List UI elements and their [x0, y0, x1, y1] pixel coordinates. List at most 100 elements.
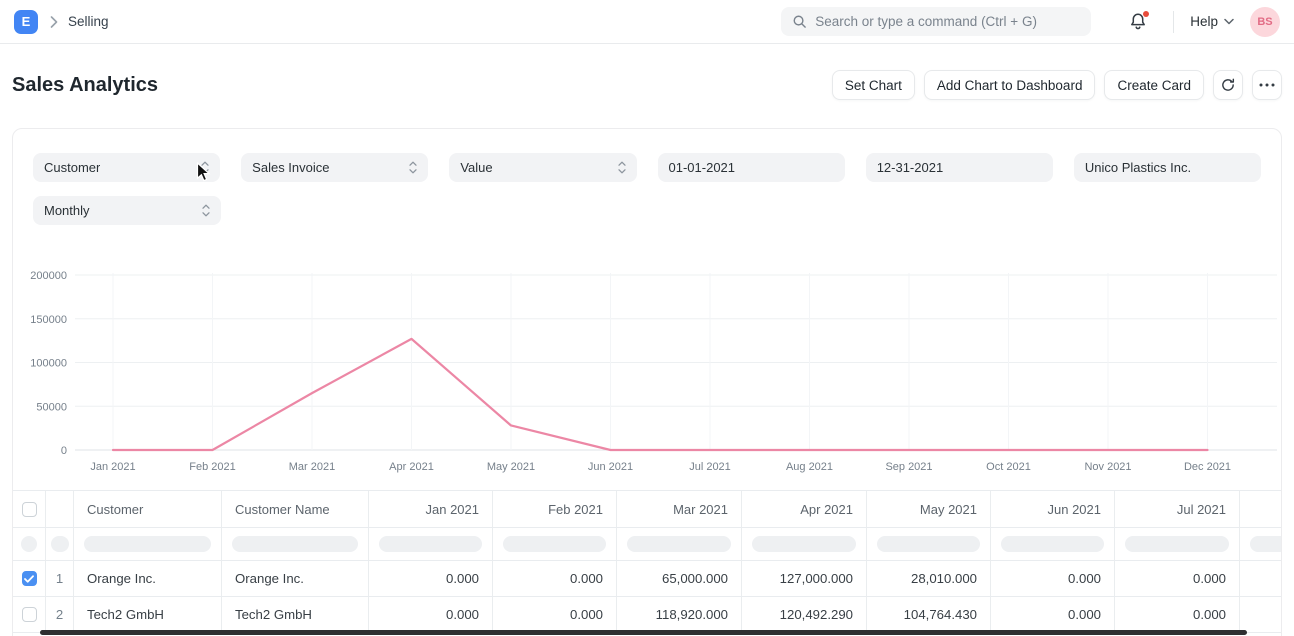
y-axis-tick-label: 100000 — [30, 358, 67, 370]
table-cell[interactable]: 118,920.000 — [617, 597, 742, 632]
tree-type-select[interactable]: Customer — [33, 153, 220, 182]
series-line — [113, 339, 1208, 450]
column-filter-input[interactable] — [627, 536, 731, 552]
column-header[interactable]: Customer Name — [222, 491, 369, 527]
column-filter-input[interactable] — [1125, 536, 1229, 552]
x-axis-tick-label: Apr 2021 — [389, 461, 434, 473]
y-axis-tick-label: 150000 — [30, 314, 67, 326]
set-chart-button[interactable]: Set Chart — [832, 70, 915, 100]
table-cell[interactable]: Orange Inc. — [222, 561, 369, 596]
table-cell[interactable]: 0.000 — [369, 597, 493, 632]
table-cell[interactable]: 0.000 — [1115, 597, 1240, 632]
table-cell[interactable]: Tech2 GmbH — [222, 597, 369, 632]
table-cell[interactable]: 120,492.290 — [742, 597, 867, 632]
table-cell[interactable]: Tech2 GmbH — [74, 597, 222, 632]
column-filter-input[interactable] — [752, 536, 856, 552]
row-checkbox[interactable] — [22, 607, 37, 622]
row-select-cell — [13, 597, 46, 632]
from-date-input[interactable]: 01-01-2021 — [658, 153, 845, 182]
column-header[interactable]: Jul 2021 — [1115, 491, 1240, 527]
table-cell[interactable]: 0.000 — [991, 561, 1115, 596]
y-axis-tick-label: 0 — [61, 445, 67, 457]
to-date-input[interactable]: 12-31-2021 — [866, 153, 1053, 182]
row-index: 1 — [46, 561, 74, 596]
table-cell[interactable]: 0.000 — [493, 561, 617, 596]
column-filter-input[interactable] — [877, 536, 980, 552]
select-updown-icon — [201, 161, 209, 174]
global-search[interactable] — [781, 7, 1091, 36]
help-menu[interactable]: Help — [1190, 14, 1234, 29]
refresh-button[interactable] — [1213, 70, 1243, 100]
x-axis-tick-label: Jun 2021 — [588, 461, 633, 473]
chevron-right-icon — [50, 16, 58, 28]
table-cell[interactable]: 0.000 — [369, 561, 493, 596]
column-header[interactable]: Jan 2021 — [369, 491, 493, 527]
table-header-row: CustomerCustomer NameJan 2021Feb 2021Mar… — [13, 491, 1281, 528]
to-date-value: 12-31-2021 — [877, 160, 944, 175]
based-on-select[interactable]: Sales Invoice — [241, 153, 428, 182]
search-input[interactable] — [815, 14, 1080, 29]
x-axis-tick-label: May 2021 — [487, 461, 535, 473]
create-card-button[interactable]: Create Card — [1104, 70, 1204, 100]
column-filter-input[interactable] — [1001, 536, 1104, 552]
table-cell[interactable]: 104,764.430 — [867, 597, 991, 632]
table-cell[interactable]: 0.000 — [1115, 561, 1240, 596]
user-avatar[interactable]: BS — [1250, 7, 1280, 37]
column-filter-input[interactable] — [503, 536, 606, 552]
table-cell-cut — [1240, 597, 1281, 632]
column-filter-input[interactable] — [51, 536, 69, 552]
search-icon — [792, 14, 807, 29]
filter-cell — [1115, 528, 1240, 560]
refresh-icon — [1220, 77, 1236, 93]
column-filter-input[interactable] — [84, 536, 211, 552]
add-chart-to-dashboard-button[interactable]: Add Chart to Dashboard — [924, 70, 1096, 100]
column-filter-input[interactable] — [1250, 536, 1281, 552]
filter-cell — [867, 528, 991, 560]
filter-cell — [74, 528, 222, 560]
table-cell[interactable]: 127,000.000 — [742, 561, 867, 596]
table-cell[interactable]: 65,000.000 — [617, 561, 742, 596]
menu-button[interactable] — [1252, 70, 1282, 100]
horizontal-scrollbar[interactable] — [40, 630, 1247, 635]
page-title: Sales Analytics — [12, 74, 158, 97]
column-filter-row — [13, 528, 1281, 561]
x-axis-tick-label: Jan 2021 — [90, 461, 135, 473]
table-cell[interactable]: 0.000 — [991, 597, 1115, 632]
app-logo[interactable]: E — [14, 10, 38, 34]
y-axis-tick-label: 200000 — [30, 270, 67, 282]
breadcrumb[interactable]: Selling — [68, 14, 109, 29]
x-axis-tick-label: Nov 2021 — [1084, 461, 1131, 473]
value-quantity-value: Value — [460, 160, 492, 175]
column-filter-input[interactable] — [232, 536, 358, 552]
column-header[interactable]: Feb 2021 — [493, 491, 617, 527]
table-row: 2Tech2 GmbHTech2 GmbH0.0000.000118,920.0… — [13, 597, 1281, 633]
select-updown-icon — [409, 161, 417, 174]
column-filter-input[interactable] — [379, 536, 482, 552]
ellipsis-icon — [1259, 83, 1275, 87]
nav-divider — [1173, 11, 1174, 33]
company-input[interactable]: Unico Plastics Inc. — [1074, 153, 1261, 182]
top-navbar: E Selling Help BS — [0, 0, 1294, 44]
range-select[interactable]: Monthly — [33, 196, 221, 225]
column-header[interactable]: Jun 2021 — [991, 491, 1115, 527]
column-header[interactable]: Mar 2021 — [617, 491, 742, 527]
x-axis-tick-label: Aug 2021 — [786, 461, 833, 473]
filter-cell — [369, 528, 493, 560]
column-header[interactable]: May 2021 — [867, 491, 991, 527]
table-cell[interactable]: 0.000 — [493, 597, 617, 632]
value-quantity-select[interactable]: Value — [449, 153, 636, 182]
row-checkbox[interactable] — [22, 571, 37, 586]
table-cell[interactable]: Orange Inc. — [74, 561, 222, 596]
column-header[interactable]: Apr 2021 — [742, 491, 867, 527]
table-cell[interactable]: 28,010.000 — [867, 561, 991, 596]
filters-section: Customer Sales Invoice Value 01-01-2021 — [13, 129, 1281, 225]
report-datatable: CustomerCustomer NameJan 2021Feb 2021Mar… — [13, 490, 1281, 633]
select-all-checkbox[interactable] — [22, 502, 37, 517]
filter-cell — [991, 528, 1115, 560]
column-filter-input[interactable] — [21, 536, 37, 552]
filter-cell — [13, 528, 46, 560]
notifications-button[interactable] — [1129, 12, 1147, 31]
select-all-cell — [13, 491, 46, 527]
column-header[interactable]: Customer — [74, 491, 222, 527]
table-cell-cut — [1240, 561, 1281, 596]
